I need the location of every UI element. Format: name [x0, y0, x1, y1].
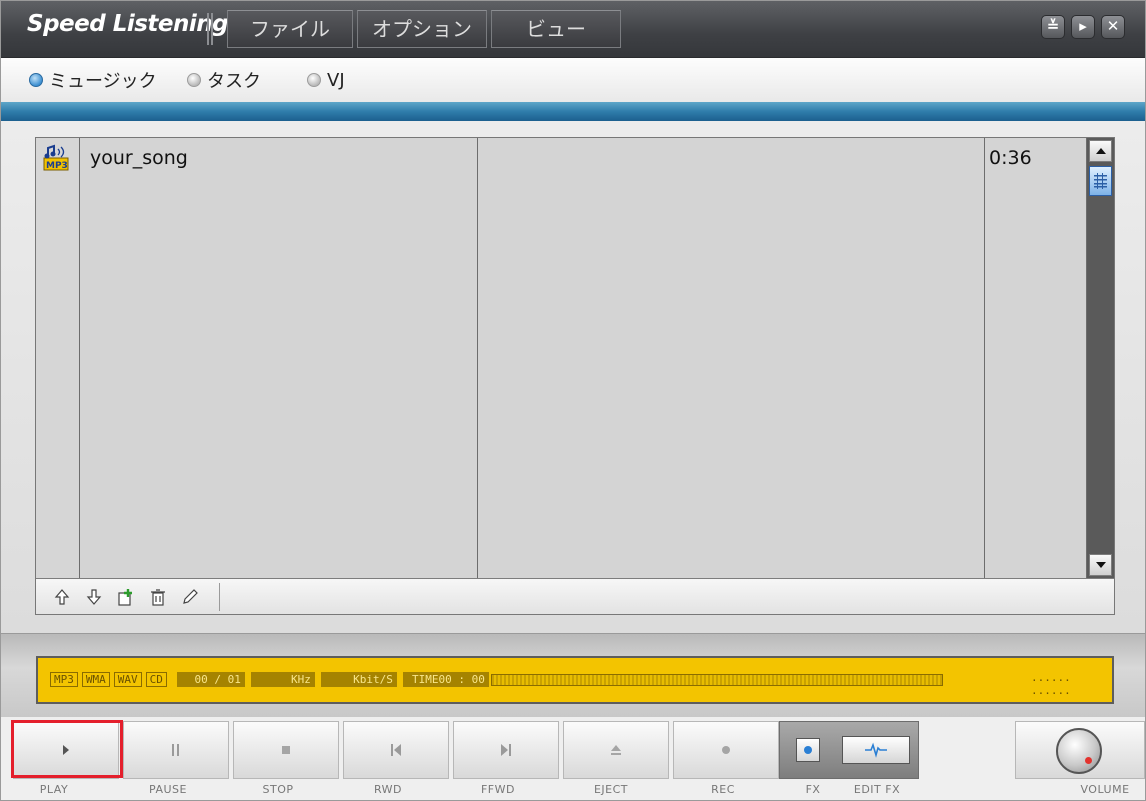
close-button[interactable]: ✕: [1101, 15, 1125, 39]
fx-label: FX: [805, 783, 821, 796]
scroll-thumb[interactable]: [1089, 166, 1112, 196]
playlist-toolbar: [36, 578, 1114, 614]
rewind-icon: [391, 744, 401, 756]
play-icon: [63, 745, 69, 755]
menu-options[interactable]: オプション: [357, 10, 487, 48]
transport-bar: PLAY PAUSE STOP RWD FFWD EJECT REC FX ED…: [1, 717, 1145, 800]
record-label: REC: [711, 783, 735, 796]
pause-icon: [172, 744, 179, 756]
song-duration: 0:36: [989, 147, 1032, 169]
format-wma: WMA: [81, 672, 110, 687]
pause-button[interactable]: [123, 721, 229, 779]
waveform-icon: [865, 742, 887, 758]
radio-unselected-icon: [307, 73, 321, 87]
mode-task-label: タスク: [207, 71, 261, 92]
title-bar: Speed Listening ファイル オプション ビュー ≚ ▸ ✕: [1, 1, 1145, 58]
stop-icon: [282, 746, 290, 754]
move-down-icon[interactable]: [84, 587, 104, 607]
playlist-time-column: 0:36: [985, 138, 1087, 578]
pause-label: PAUSE: [149, 783, 187, 796]
rewind-label: RWD: [373, 783, 403, 796]
fx-indicator-icon: [804, 746, 812, 754]
mode-vj-radio[interactable]: VJ: [307, 68, 345, 92]
seek-bar[interactable]: [490, 673, 943, 686]
rewind-button[interactable]: [343, 721, 449, 779]
next-window-button[interactable]: ▸: [1071, 15, 1095, 39]
playlist-scrollbar[interactable]: [1087, 138, 1114, 578]
arrow-down-icon: [1096, 562, 1106, 568]
title-separator: [207, 13, 213, 45]
sample-rate: KHz: [250, 672, 315, 687]
display-area: MP3 WMA WAV CD 00 / 01 KHz Kbit/S TIME00…: [1, 633, 1145, 718]
play-button[interactable]: [13, 721, 119, 779]
scroll-down-button[interactable]: [1089, 554, 1112, 576]
fx-group: [779, 721, 919, 779]
song-title[interactable]: your_song: [90, 147, 188, 169]
app-title: Speed Listening: [27, 11, 229, 37]
mode-vj-label: VJ: [327, 69, 345, 91]
accent-stripe: [1, 102, 1145, 121]
play-label: PLAY: [39, 783, 69, 796]
eject-label: EJECT: [593, 783, 629, 796]
delete-icon[interactable]: [148, 587, 168, 607]
edit-fx-label: EDIT FX: [853, 783, 901, 796]
edit-icon[interactable]: [180, 587, 200, 607]
move-up-icon[interactable]: [52, 587, 72, 607]
volume-marker-icon: [1085, 757, 1092, 764]
lcd-display: MP3 WMA WAV CD 00 / 01 KHz Kbit/S TIME00…: [36, 656, 1114, 704]
format-wav: WAV: [113, 672, 142, 687]
svg-text:MP3: MP3: [46, 161, 68, 171]
eject-icon: [611, 745, 621, 755]
lcd-readout: MP3 WMA WAV CD 00 / 01 KHz Kbit/S TIME00…: [50, 671, 943, 688]
playlist-name-column: your_song: [80, 138, 478, 578]
stop-label: STOP: [262, 783, 294, 796]
speed-listening-window: Speed Listening ファイル オプション ビュー ≚ ▸ ✕ ミュー…: [0, 0, 1146, 801]
radio-selected-icon: [29, 73, 43, 87]
radio-unselected-icon: [187, 73, 201, 87]
mode-bar: ミュージック タスク VJ: [1, 58, 1145, 102]
menu-file[interactable]: ファイル: [227, 10, 353, 48]
scroll-up-button[interactable]: [1089, 140, 1112, 162]
playlist-area: MP3 your_song 0:36: [1, 121, 1145, 633]
playlist-icon-column: MP3: [36, 138, 80, 578]
time-readout: TIME00 : 00: [402, 672, 489, 687]
mp3-file-icon: MP3: [43, 144, 69, 171]
record-icon: [722, 746, 730, 754]
grip-icon: [1094, 173, 1107, 189]
track-counter: 00 / 01: [176, 672, 245, 687]
mode-music-label: ミュージック: [49, 71, 157, 92]
fast-forward-button[interactable]: [453, 721, 559, 779]
edit-fx-button[interactable]: [842, 736, 910, 764]
stop-button[interactable]: [233, 721, 339, 779]
record-button[interactable]: [673, 721, 779, 779]
minimize-button[interactable]: ≚: [1041, 15, 1065, 39]
format-cd: CD: [145, 672, 167, 687]
lcd-status-dots: ...... ......: [1031, 671, 1071, 697]
fast-forward-icon: [501, 744, 511, 756]
arrow-up-icon: [1096, 148, 1106, 154]
add-file-icon[interactable]: [116, 587, 136, 607]
menu-view[interactable]: ビュー: [491, 10, 621, 48]
volume-label: VOLUME: [1080, 783, 1130, 796]
playlist-info-column: [478, 138, 985, 578]
playlist: MP3 your_song 0:36: [35, 137, 1115, 615]
format-mp3: MP3: [50, 672, 78, 687]
fast-forward-label: FFWD: [480, 783, 515, 796]
eject-button[interactable]: [563, 721, 669, 779]
bitrate: Kbit/S: [320, 672, 397, 687]
mode-music-radio[interactable]: ミュージック: [29, 68, 157, 92]
volume-knob[interactable]: [1056, 728, 1102, 774]
fx-toggle-button[interactable]: [796, 738, 820, 762]
toolbar-separator: [219, 583, 220, 611]
mode-task-radio[interactable]: タスク: [187, 68, 261, 92]
volume-panel: [1015, 721, 1145, 779]
